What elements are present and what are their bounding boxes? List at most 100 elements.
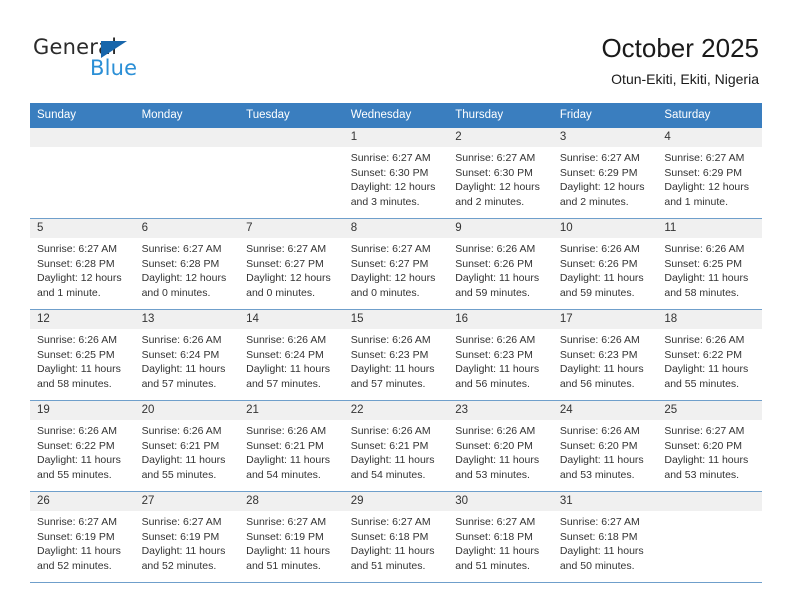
day-cell[interactable]: 17 Sunrise: 6:26 AM Sunset: 6:23 PM Dayligh… bbox=[552, 309, 658, 401]
day-cell[interactable]: 22 Sunrise: 6:26 AM Sunset: 6:21 PM Dayligh… bbox=[343, 400, 449, 492]
day-cell[interactable]: 8 Sunrise: 6:27 AM Sunset: 6:27 PM Daylight… bbox=[343, 218, 449, 310]
sunrise-text: Sunrise: 6:27 AM bbox=[455, 516, 536, 528]
general-blue-logo[interactable]: General Blue bbox=[33, 36, 213, 84]
day-cell[interactable]: 30 Sunrise: 6:27 AM Sunset: 6:18 PM Dayligh… bbox=[448, 491, 553, 583]
day-cell[interactable]: 29 Sunrise: 6:27 AM Sunset: 6:18 PM Dayligh… bbox=[343, 491, 449, 583]
weekday-header-saturday: Saturday bbox=[657, 103, 762, 128]
day-cell[interactable]: 18 Sunrise: 6:26 AM Sunset: 6:22 PM Dayligh… bbox=[657, 309, 762, 401]
day-cell[interactable]: 12 Sunrise: 6:26 AM Sunset: 6:25 PM Dayligh… bbox=[30, 309, 135, 401]
day-details: Sunrise: 6:26 AM Sunset: 6:24 PM Daylight:… bbox=[239, 329, 344, 391]
daylight-text: Daylight: 11 hours and 54 minutes. bbox=[246, 454, 330, 481]
day-cell[interactable]: 9 Sunrise: 6:26 AM Sunset: 6:26 PM Daylight… bbox=[448, 218, 553, 310]
day-cell[interactable]: 7 Sunrise: 6:27 AM Sunset: 6:27 PM Daylight… bbox=[239, 218, 344, 310]
sunrise-text: Sunrise: 6:26 AM bbox=[559, 425, 640, 437]
day-cell[interactable]: 21 Sunrise: 6:26 AM Sunset: 6:21 PM Dayligh… bbox=[239, 400, 344, 492]
day-cell[interactable]: 25 Sunrise: 6:27 AM Sunset: 6:20 PM Dayligh… bbox=[657, 400, 762, 492]
day-number: 1 bbox=[343, 128, 449, 147]
daylight-text: Daylight: 11 hours and 53 minutes. bbox=[455, 454, 540, 481]
day-cell[interactable]: 6 Sunrise: 6:27 AM Sunset: 6:28 PM Daylight… bbox=[134, 218, 240, 310]
day-cell[interactable]: 20 Sunrise: 6:26 AM Sunset: 6:21 PM Dayligh… bbox=[134, 400, 240, 492]
sunrise-text: Sunrise: 6:27 AM bbox=[350, 516, 431, 528]
day-details: Sunrise: 6:26 AM Sunset: 6:25 PM Daylight:… bbox=[657, 238, 762, 300]
sunset-text: Sunset: 6:18 PM bbox=[559, 530, 638, 543]
day-number bbox=[657, 492, 762, 511]
sunset-text: Sunset: 6:19 PM bbox=[37, 530, 115, 543]
calendar-header-row: Sunday Monday Tuesday Wednesday Thursday… bbox=[30, 103, 762, 128]
sunset-text: Sunset: 6:22 PM bbox=[664, 348, 743, 361]
day-cell[interactable]: 31 Sunrise: 6:27 AM Sunset: 6:18 PM Dayligh… bbox=[552, 491, 658, 583]
sunset-text: Sunset: 6:29 PM bbox=[664, 166, 743, 179]
sunrise-text: Sunrise: 6:27 AM bbox=[455, 152, 536, 164]
day-details: Sunrise: 6:27 AM Sunset: 6:28 PM Daylight:… bbox=[135, 238, 240, 300]
sunrise-text: Sunrise: 6:27 AM bbox=[559, 516, 640, 528]
day-cell[interactable]: 26 Sunrise: 6:27 AM Sunset: 6:19 PM Dayligh… bbox=[30, 491, 135, 583]
day-number: 10 bbox=[552, 219, 658, 238]
sunset-text: Sunset: 6:20 PM bbox=[664, 439, 743, 452]
day-number: 23 bbox=[448, 401, 553, 420]
day-number: 6 bbox=[134, 219, 240, 238]
weekday-header-friday: Friday bbox=[552, 103, 658, 128]
sunset-text: Sunset: 6:20 PM bbox=[455, 439, 533, 452]
sunset-text: Sunset: 6:30 PM bbox=[350, 166, 429, 179]
day-cell[interactable]: 5 Sunrise: 6:27 AM Sunset: 6:28 PM Daylight… bbox=[30, 218, 135, 310]
weekday-header-tuesday: Tuesday bbox=[239, 103, 344, 128]
day-details: Sunrise: 6:26 AM Sunset: 6:20 PM Daylight:… bbox=[448, 420, 553, 482]
day-cell[interactable]: 27 Sunrise: 6:27 AM Sunset: 6:19 PM Dayligh… bbox=[134, 491, 240, 583]
day-number: 14 bbox=[239, 310, 344, 329]
sunset-text: Sunset: 6:19 PM bbox=[141, 530, 220, 543]
day-details: Sunrise: 6:26 AM Sunset: 6:20 PM Daylight:… bbox=[553, 420, 658, 482]
day-number: 25 bbox=[657, 401, 762, 420]
day-cell[interactable]: 1 Sunrise: 6:27 AM Sunset: 6:30 PM Daylight… bbox=[343, 128, 449, 219]
sunrise-text: Sunrise: 6:27 AM bbox=[350, 243, 431, 255]
daylight-text: Daylight: 12 hours and 3 minutes. bbox=[350, 181, 436, 208]
daylight-text: Daylight: 11 hours and 56 minutes. bbox=[455, 363, 540, 390]
day-cell[interactable]: 24 Sunrise: 6:26 AM Sunset: 6:20 PM Dayligh… bbox=[552, 400, 658, 492]
day-details: Sunrise: 6:26 AM Sunset: 6:26 PM Daylight:… bbox=[448, 238, 553, 300]
daylight-text: Daylight: 11 hours and 59 minutes. bbox=[559, 272, 644, 299]
day-details: Sunrise: 6:27 AM Sunset: 6:18 PM Daylight:… bbox=[553, 511, 658, 573]
daylight-text: Daylight: 12 hours and 2 minutes. bbox=[559, 181, 645, 208]
day-cell[interactable]: 11 Sunrise: 6:26 AM Sunset: 6:25 PM Dayligh… bbox=[657, 218, 762, 310]
sunrise-text: Sunrise: 6:26 AM bbox=[455, 243, 536, 255]
sunset-text: Sunset: 6:26 PM bbox=[559, 257, 638, 270]
day-cell[interactable]: 19 Sunrise: 6:26 AM Sunset: 6:22 PM Dayligh… bbox=[30, 400, 135, 492]
day-number: 22 bbox=[343, 401, 449, 420]
day-cell[interactable]: 13 Sunrise: 6:26 AM Sunset: 6:24 PM Dayligh… bbox=[134, 309, 240, 401]
sunrise-text: Sunrise: 6:26 AM bbox=[246, 334, 327, 346]
day-details: Sunrise: 6:26 AM Sunset: 6:22 PM Daylight:… bbox=[657, 329, 762, 391]
day-cell[interactable]: 15 Sunrise: 6:26 AM Sunset: 6:23 PM Dayligh… bbox=[343, 309, 449, 401]
page-subtitle: Otun-Ekiti, Ekiti, Nigeria bbox=[611, 71, 759, 87]
day-number bbox=[134, 128, 240, 147]
title-block: October 2025 Otun-Ekiti, Ekiti, Nigeria bbox=[601, 32, 759, 88]
day-cell[interactable]: 10 Sunrise: 6:26 AM Sunset: 6:26 PM Dayligh… bbox=[552, 218, 658, 310]
day-cell[interactable]: 4 Sunrise: 6:27 AM Sunset: 6:29 PM Daylight… bbox=[657, 128, 762, 219]
day-cell[interactable]: 28 Sunrise: 6:27 AM Sunset: 6:19 PM Dayligh… bbox=[239, 491, 344, 583]
day-cell[interactable]: 3 Sunrise: 6:27 AM Sunset: 6:29 PM Daylight… bbox=[552, 128, 658, 219]
sunset-text: Sunset: 6:27 PM bbox=[350, 257, 429, 270]
day-number: 19 bbox=[30, 401, 135, 420]
day-cell-empty bbox=[30, 128, 135, 219]
sunrise-text: Sunrise: 6:27 AM bbox=[664, 152, 745, 164]
day-details: Sunrise: 6:26 AM Sunset: 6:23 PM Daylight:… bbox=[344, 329, 449, 391]
calendar-week-row: 12 Sunrise: 6:26 AM Sunset: 6:25 PM Dayligh… bbox=[30, 309, 762, 401]
daylight-text: Daylight: 11 hours and 59 minutes. bbox=[455, 272, 540, 299]
day-cell[interactable]: 16 Sunrise: 6:26 AM Sunset: 6:23 PM Dayligh… bbox=[448, 309, 553, 401]
daylight-text: Daylight: 12 hours and 0 minutes. bbox=[141, 272, 227, 299]
daylight-text: Daylight: 11 hours and 54 minutes. bbox=[350, 454, 435, 481]
day-number: 12 bbox=[30, 310, 135, 329]
sunrise-text: Sunrise: 6:27 AM bbox=[664, 425, 745, 437]
day-number: 31 bbox=[552, 492, 658, 511]
sunrise-text: Sunrise: 6:26 AM bbox=[246, 425, 327, 437]
day-cell[interactable]: 14 Sunrise: 6:26 AM Sunset: 6:24 PM Dayligh… bbox=[239, 309, 344, 401]
day-number: 30 bbox=[448, 492, 553, 511]
day-number: 24 bbox=[552, 401, 658, 420]
sunset-text: Sunset: 6:29 PM bbox=[559, 166, 638, 179]
calendar-week-row: 1 Sunrise: 6:27 AM Sunset: 6:30 PM Daylight… bbox=[30, 128, 762, 219]
day-cell[interactable]: 23 Sunrise: 6:26 AM Sunset: 6:20 PM Dayligh… bbox=[448, 400, 553, 492]
day-number: 15 bbox=[343, 310, 449, 329]
daylight-text: Daylight: 12 hours and 0 minutes. bbox=[350, 272, 436, 299]
day-details: Sunrise: 6:27 AM Sunset: 6:28 PM Daylight:… bbox=[30, 238, 135, 300]
sunrise-text: Sunrise: 6:26 AM bbox=[559, 334, 640, 346]
day-cell[interactable]: 2 Sunrise: 6:27 AM Sunset: 6:30 PM Daylight… bbox=[448, 128, 553, 219]
daylight-text: Daylight: 12 hours and 1 minute. bbox=[37, 272, 122, 299]
